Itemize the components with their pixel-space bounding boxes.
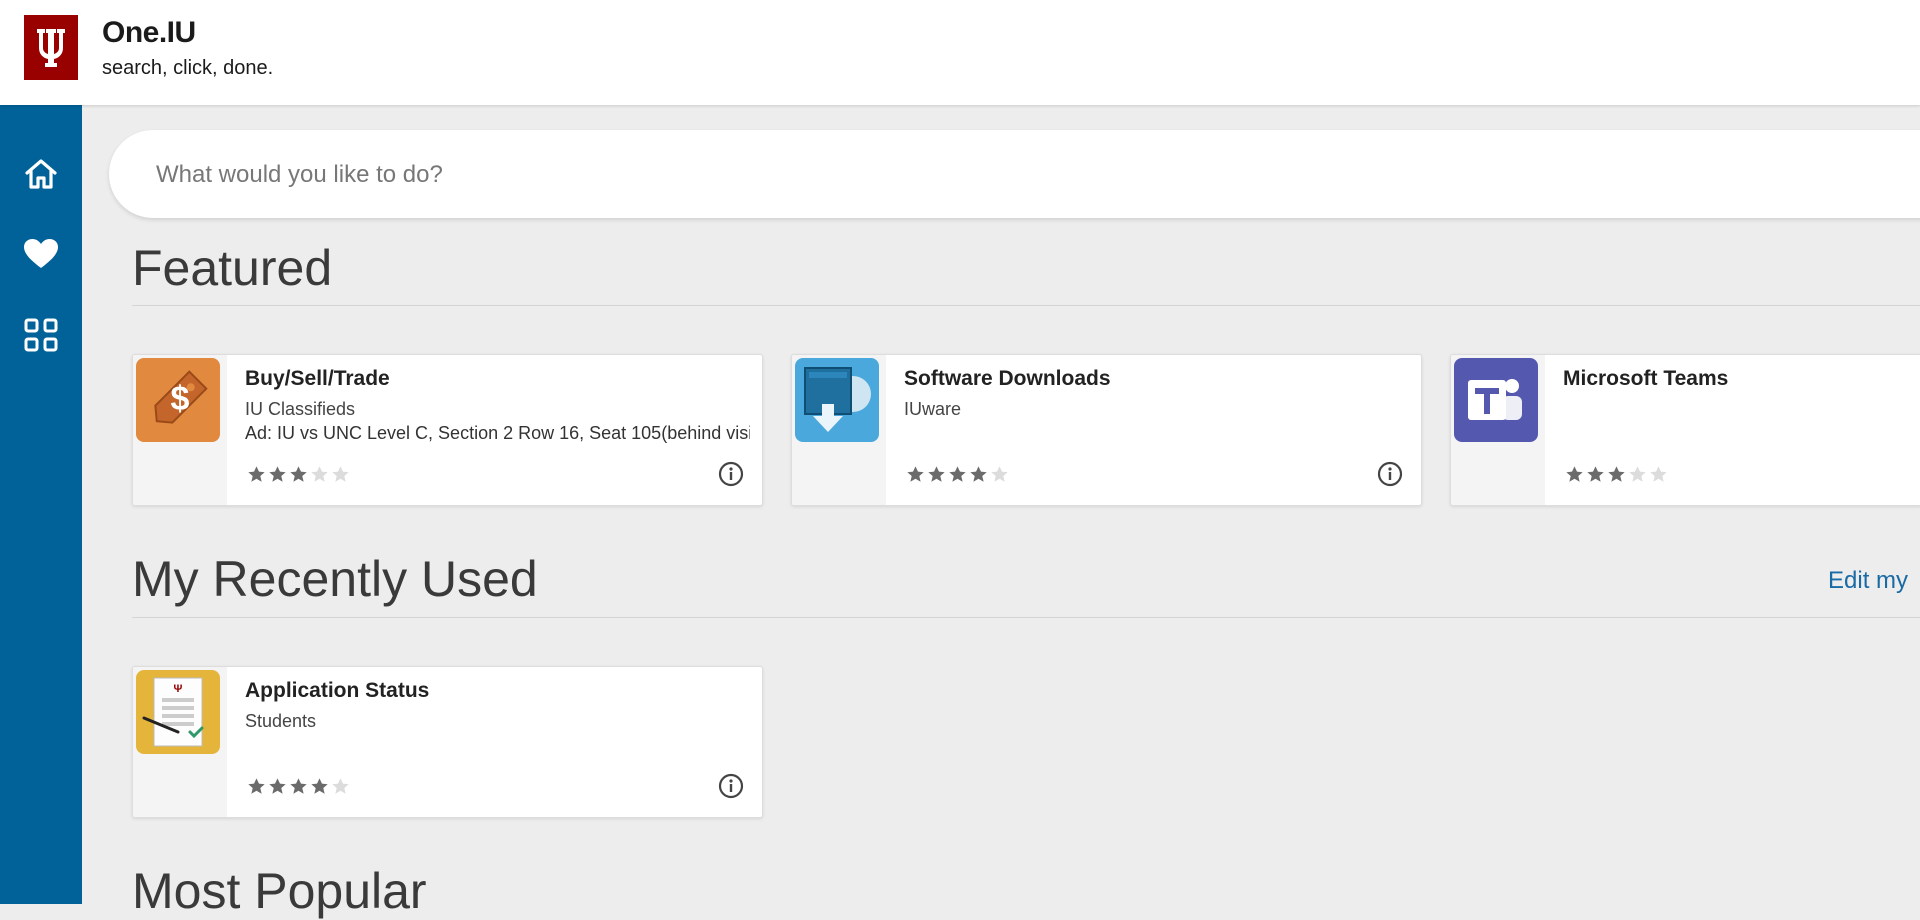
star-filled-icon: [268, 777, 287, 796]
info-icon[interactable]: [718, 773, 744, 799]
app-card-buy-sell-trade[interactable]: $ Buy/Sell/Trade IU Classifieds Ad: IU v…: [132, 354, 763, 506]
star-empty-icon: [331, 465, 350, 484]
search-bar: [109, 130, 1920, 220]
search-input[interactable]: [154, 130, 1858, 220]
star-filled-icon: [289, 777, 308, 796]
rating-stars: [247, 465, 350, 484]
info-icon[interactable]: [1377, 461, 1403, 487]
card-subtitle: IU Classifieds: [245, 399, 356, 419]
app-card-application-status[interactable]: Ψ Application Status Students: [132, 666, 763, 818]
star-filled-icon: [310, 777, 329, 796]
card-title: Application Status: [245, 679, 430, 702]
star-empty-icon: [1628, 465, 1647, 484]
card-subtitle: Students: [245, 711, 317, 731]
software-download-icon: [795, 358, 879, 442]
section-heading-recently-used: My Recently Used: [132, 551, 538, 607]
sidebar-item-home[interactable]: [0, 144, 82, 204]
star-filled-icon: [906, 465, 925, 484]
star-filled-icon: [268, 465, 287, 484]
app-card-microsoft-teams[interactable]: Microsoft Teams: [1450, 354, 1920, 506]
svg-text:$: $: [171, 380, 190, 418]
svg-text:Ψ: Ψ: [174, 683, 183, 695]
star-filled-icon: [1607, 465, 1626, 484]
grid-icon: [24, 318, 58, 352]
app-tagline: search, click, done.: [102, 57, 274, 79]
heart-icon: [24, 239, 58, 268]
section-heading-most-popular: Most Popular: [132, 863, 427, 919]
section-heading-featured: Featured: [132, 240, 333, 296]
edit-recently-used-link[interactable]: Edit my: [1828, 567, 1908, 595]
sidebar: [0, 105, 82, 904]
rating-stars: [247, 777, 350, 796]
section-divider: [132, 617, 1920, 618]
star-empty-icon: [1649, 465, 1668, 484]
rating-stars: [1565, 465, 1668, 484]
star-filled-icon: [948, 465, 967, 484]
star-filled-icon: [1586, 465, 1605, 484]
star-filled-icon: [927, 465, 946, 484]
iu-trident-icon[interactable]: [24, 15, 78, 80]
app-card-software-downloads[interactable]: Software Downloads IUware: [791, 354, 1422, 506]
card-description: Ad: IU vs UNC Level C, Section 2 Row 16,…: [245, 423, 750, 443]
star-empty-icon: [990, 465, 1009, 484]
teams-icon: [1454, 358, 1538, 442]
document-check-icon: Ψ: [136, 670, 220, 754]
card-title: Microsoft Teams: [1563, 367, 1729, 390]
sidebar-item-apps[interactable]: [0, 305, 82, 365]
star-filled-icon: [247, 465, 266, 484]
star-filled-icon: [1565, 465, 1584, 484]
home-icon: [25, 159, 57, 189]
star-filled-icon: [289, 465, 308, 484]
star-filled-icon: [247, 777, 266, 796]
card-subtitle: IUware: [904, 399, 962, 419]
top-bar: One.IU search, click, done.: [0, 0, 1920, 105]
star-empty-icon: [331, 777, 350, 796]
section-divider: [132, 305, 1920, 306]
star-empty-icon: [310, 465, 329, 484]
rating-stars: [906, 465, 1009, 484]
card-title: Software Downloads: [904, 367, 1111, 390]
price-tag-icon: $: [136, 358, 220, 442]
info-icon[interactable]: [718, 461, 744, 487]
app-title[interactable]: One.IU: [102, 16, 196, 50]
sidebar-item-favorites[interactable]: [0, 224, 82, 284]
star-filled-icon: [969, 465, 988, 484]
card-title: Buy/Sell/Trade: [245, 367, 390, 390]
